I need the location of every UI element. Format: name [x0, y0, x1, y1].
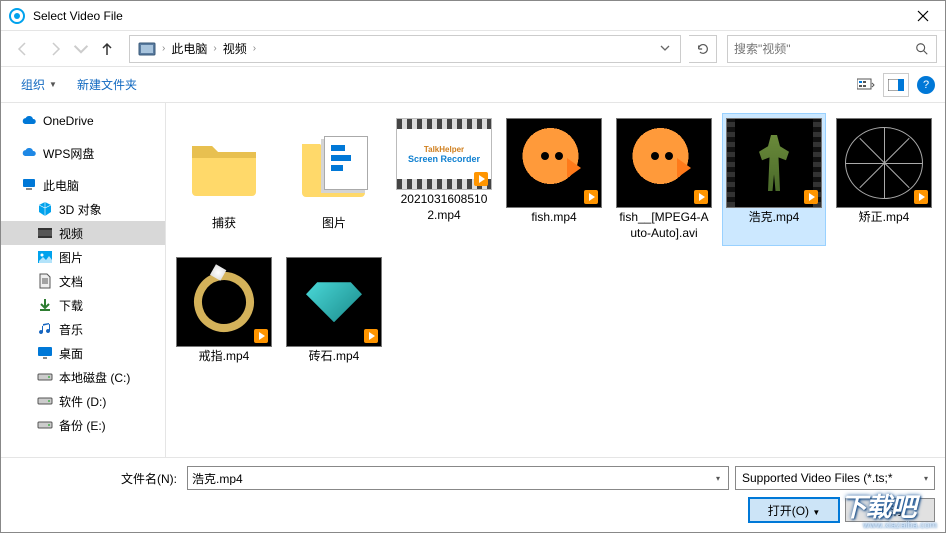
drive-icon [37, 417, 53, 433]
file-type-filter[interactable]: Supported Video Files (*.ts;* ▾ [735, 466, 935, 490]
file-item-label: 戒指.mp4 [199, 349, 250, 365]
chevron-down-icon[interactable]: ▾ [712, 474, 724, 483]
file-item-label: 图片 [322, 216, 346, 232]
address-bar[interactable]: › 此电脑 › 视频 › [129, 35, 681, 63]
file-item[interactable]: TalkHelperScreen Recorder20210316085102.… [392, 113, 496, 246]
sidebar-item-label: 本地磁盘 (C:) [59, 369, 130, 386]
file-item[interactable]: 图片 [282, 113, 386, 246]
file-item-label: 浩克.mp4 [749, 210, 800, 226]
window-title: Select Video File [33, 9, 900, 23]
open-button[interactable]: 打开(O) ▼ [749, 498, 839, 522]
video-icon [37, 225, 53, 241]
breadcrumb-root[interactable]: 此电脑 [167, 38, 211, 59]
sidebar-item[interactable]: 文档 [1, 269, 165, 293]
sidebar-item[interactable]: 软件 (D:) [1, 389, 165, 413]
sidebar-item-label: 3D 对象 [59, 201, 102, 218]
chevron-down-icon: ▾ [924, 474, 928, 483]
sidebar-item[interactable]: 桌面 [1, 341, 165, 365]
view-options-button[interactable] [853, 73, 879, 97]
recent-locations-button[interactable] [73, 35, 89, 63]
file-item[interactable]: 砖石.mp4 [282, 252, 386, 370]
music-icon [37, 321, 53, 337]
drive-icon [37, 369, 53, 385]
dialog-footer: 文件名(N): ▾ Supported Video Files (*.ts;* … [1, 457, 945, 532]
preview-pane-button[interactable] [883, 73, 909, 97]
sidebar-item-label: 音乐 [59, 321, 83, 338]
help-button[interactable]: ? [917, 76, 935, 94]
file-item[interactable]: 矫正.mp4 [832, 113, 936, 246]
file-list[interactable]: 捕获 图片 TalkHelperScreen Recorder20210316085… [166, 103, 945, 475]
sidebar-item-label: WPS网盘 [43, 145, 94, 162]
file-item-label: 矫正.mp4 [859, 210, 910, 226]
sidebar-item[interactable]: WPS网盘 [1, 141, 165, 165]
chevron-right-icon: › [211, 43, 218, 54]
pc-icon [21, 177, 37, 193]
drive-icon [37, 393, 53, 409]
sidebar-item[interactable]: 下载 [1, 293, 165, 317]
file-item[interactable]: fish__[MPEG4-Auto-Auto].avi [612, 113, 716, 246]
sidebar-item[interactable]: 图片 [1, 245, 165, 269]
breadcrumb-folder[interactable]: 视频 [219, 38, 251, 59]
sidebar-item-label: 备份 (E:) [59, 417, 106, 434]
desktop-icon [37, 345, 53, 361]
sidebar-item[interactable]: 3D 对象 [1, 197, 165, 221]
sidebar-item-label: 图片 [59, 249, 83, 266]
sidebar-item-label: 此电脑 [43, 177, 79, 194]
cloud-icon [21, 145, 37, 161]
chevron-right-icon: › [160, 43, 167, 54]
picture-icon [37, 249, 53, 265]
file-item[interactable]: 捕获 [172, 113, 276, 246]
cloud-icon [21, 113, 37, 129]
sidebar-item[interactable]: 此电脑 [1, 173, 165, 197]
filename-input[interactable] [192, 471, 712, 485]
sidebar-item[interactable]: 备份 (E:) [1, 413, 165, 437]
sidebar-item-label: 文档 [59, 273, 83, 290]
filename-label: 文件名(N): [11, 470, 181, 487]
sidebar-item-label: 软件 (D:) [59, 393, 106, 410]
download-icon [37, 297, 53, 313]
sidebar-item-label: 视频 [59, 225, 83, 242]
sidebar-item[interactable]: OneDrive [1, 109, 165, 133]
titlebar: Select Video File [1, 1, 945, 31]
filename-combobox[interactable]: ▾ [187, 466, 729, 490]
refresh-button[interactable] [689, 35, 717, 63]
sidebar-item[interactable]: 本地磁盘 (C:) [1, 365, 165, 389]
sidebar-item[interactable]: 视频 [1, 221, 165, 245]
app-icon [9, 8, 25, 24]
close-button[interactable] [900, 1, 945, 31]
navigation-bar: › 此电脑 › 视频 › [1, 31, 945, 67]
address-dropdown-button[interactable] [654, 42, 676, 56]
command-bar: 组织 ▼ 新建文件夹 ? [1, 67, 945, 103]
sidebar-item-label: 桌面 [59, 345, 83, 362]
cancel-button[interactable]: 取消 [845, 498, 935, 522]
search-input[interactable] [728, 42, 908, 56]
file-type-filter-label: Supported Video Files (*.ts;* [742, 471, 893, 485]
new-folder-button[interactable]: 新建文件夹 [67, 72, 147, 97]
file-item[interactable]: 浩克.mp4 [722, 113, 826, 246]
back-button[interactable] [9, 35, 37, 63]
file-item-label: 砖石.mp4 [309, 349, 360, 365]
organize-button[interactable]: 组织 ▼ [11, 72, 67, 97]
search-icon[interactable] [908, 42, 936, 56]
file-item[interactable]: 戒指.mp4 [172, 252, 276, 370]
forward-button[interactable] [41, 35, 69, 63]
location-videos-icon [138, 40, 156, 58]
sidebar-item-label: OneDrive [43, 114, 94, 128]
cube-icon [37, 201, 53, 217]
navigation-pane: OneDrive WPS网盘此电脑 3D 对象视频图片文档下载音乐桌面本地磁盘 (C… [1, 103, 166, 475]
up-button[interactable] [93, 35, 121, 63]
search-box[interactable] [727, 35, 937, 63]
sidebar-item-label: 下载 [59, 297, 83, 314]
chevron-right-icon: › [251, 43, 258, 54]
file-item-label: 20210316085102.mp4 [401, 192, 488, 223]
sidebar-item[interactable]: 音乐 [1, 317, 165, 341]
file-item-label: fish.mp4 [531, 210, 576, 226]
file-item-label: 捕获 [212, 216, 236, 232]
chevron-down-icon: ▼ [49, 80, 57, 89]
doc-icon [37, 273, 53, 289]
file-item-label: fish__[MPEG4-Auto-Auto].avi [619, 210, 708, 241]
file-item[interactable]: fish.mp4 [502, 113, 606, 246]
